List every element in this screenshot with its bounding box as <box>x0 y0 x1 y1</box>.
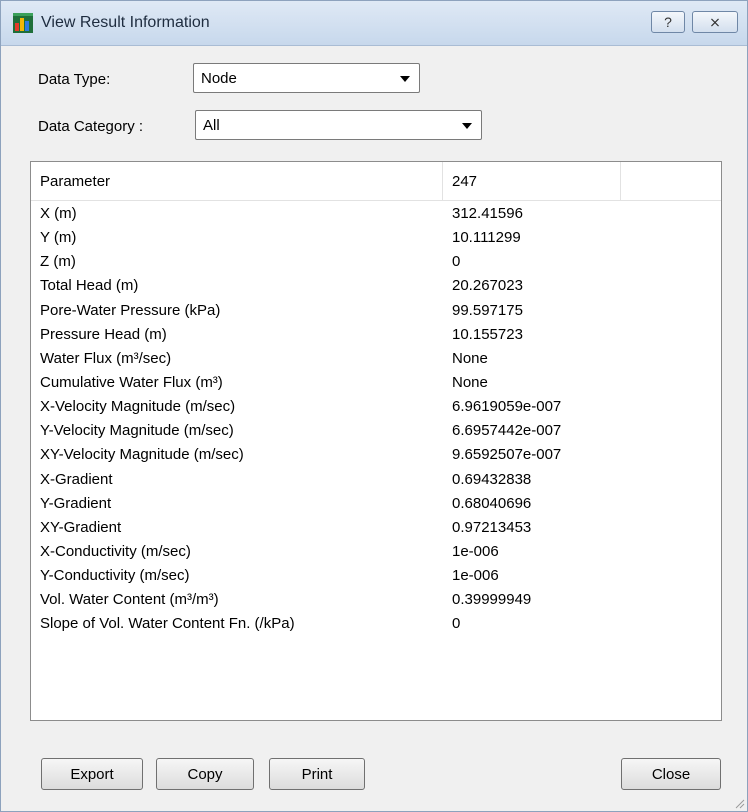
row-value: 0 <box>452 615 461 633</box>
help-icon: ? <box>664 14 672 30</box>
row-parameter: XY-Gradient <box>40 518 122 536</box>
row-value: None <box>452 373 488 391</box>
chevron-down-icon <box>400 76 410 82</box>
table-row[interactable]: Y-Velocity Magnitude (m/sec) 6.6957442e-0… <box>31 419 721 443</box>
data-category-select[interactable]: All <box>195 110 482 140</box>
row-value: 9.6592507e-007 <box>452 446 562 464</box>
row-value: 0.68040696 <box>452 494 532 512</box>
row-parameter: Vol. Water Content (m³/m³) <box>40 591 219 609</box>
table-header: Parameter 247 <box>31 162 721 201</box>
row-parameter: X-Velocity Magnitude (m/sec) <box>40 398 236 416</box>
table-row[interactable]: Slope of Vol. Water Content Fn. (/kPa) 0 <box>31 612 721 636</box>
table-row[interactable]: X-Conductivity (m/sec) 1e-006 <box>31 540 721 564</box>
data-type-label: Data Type: <box>38 71 111 88</box>
table-row[interactable]: Total Head (m) 20.267023 <box>31 274 721 298</box>
row-value: 6.6957442e-007 <box>452 422 562 440</box>
row-value: 99.597175 <box>452 301 523 319</box>
row-value: 312.41596 <box>452 205 523 222</box>
row-value: 0.97213453 <box>452 518 532 536</box>
row-value: 0 <box>452 253 461 271</box>
export-button[interactable]: Export <box>41 758 143 790</box>
copy-button[interactable]: Copy <box>156 758 254 790</box>
column-header-value[interactable]: 247 <box>443 162 621 200</box>
table-row[interactable]: Y-Conductivity (m/sec) 1e-006 <box>31 564 721 588</box>
row-parameter: Z (m) <box>40 253 76 271</box>
resize-grip-icon[interactable] <box>733 797 745 809</box>
row-parameter: Y (m) <box>40 229 77 247</box>
data-type-value: Node <box>201 70 237 87</box>
table-row[interactable]: X (m) 312.41596 <box>31 202 721 226</box>
row-value: 0.39999949 <box>452 591 532 609</box>
row-value: 0.69432838 <box>452 470 532 488</box>
chevron-down-icon <box>462 123 472 129</box>
table-row[interactable]: Pressure Head (m) 10.155723 <box>31 323 721 347</box>
row-parameter: Y-Velocity Magnitude (m/sec) <box>40 422 234 440</box>
row-parameter: Cumulative Water Flux (m³) <box>40 373 223 391</box>
data-category-value: All <box>203 117 220 134</box>
help-button[interactable]: ? <box>651 11 685 33</box>
close-icon: ⨯ <box>709 13 721 30</box>
row-parameter: Slope of Vol. Water Content Fn. (/kPa) <box>40 615 295 633</box>
row-parameter: X-Conductivity (m/sec) <box>40 542 191 560</box>
row-value: 10.155723 <box>452 325 523 343</box>
row-parameter: Y-Conductivity (m/sec) <box>40 567 190 585</box>
view-result-dialog: View Result Information ? ⨯ Data Type: N… <box>0 0 748 812</box>
result-table[interactable]: Parameter 247 X (m) 312.41596 Y (m) 10.111… <box>30 161 722 721</box>
row-parameter: X (m) <box>40 205 77 222</box>
table-row[interactable]: Z (m) 0 <box>31 250 721 274</box>
row-value: 10.111299 <box>452 229 521 247</box>
row-value: 1e-006 <box>452 567 499 585</box>
window-close-button[interactable]: ⨯ <box>692 11 738 33</box>
row-value: 1e-006 <box>452 542 499 560</box>
print-button[interactable]: Print <box>269 758 365 790</box>
row-parameter: Y-Gradient <box>40 494 112 512</box>
row-value: 6.9619059e-007 <box>452 398 562 416</box>
close-button[interactable]: Close <box>621 758 721 790</box>
row-parameter: Pressure Head (m) <box>40 325 167 343</box>
app-icon <box>13 13 33 33</box>
row-value: None <box>452 349 488 367</box>
title-bar[interactable]: View Result Information ? ⨯ <box>1 1 747 46</box>
table-row[interactable]: Water Flux (m³/sec) None <box>31 347 721 371</box>
row-parameter: XY-Velocity Magnitude (m/sec) <box>40 446 244 464</box>
table-row[interactable]: XY-Velocity Magnitude (m/sec) 9.6592507e-… <box>31 443 721 467</box>
table-row[interactable]: Pore-Water Pressure (kPa) 99.597175 <box>31 299 721 323</box>
data-type-select[interactable]: Node <box>193 63 420 93</box>
table-row[interactable]: X-Velocity Magnitude (m/sec) 6.9619059e-0… <box>31 395 721 419</box>
table-row[interactable]: X-Gradient 0.69432838 <box>31 468 721 492</box>
table-body: X (m) 312.41596 Y (m) 10.111299 Z (m) 0 Tot… <box>31 202 721 637</box>
row-value: 20.267023 <box>452 277 523 295</box>
table-row[interactable]: Vol. Water Content (m³/m³) 0.39999949 <box>31 588 721 612</box>
column-header-empty <box>621 162 721 200</box>
data-category-label: Data Category : <box>38 118 144 135</box>
column-header-parameter[interactable]: Parameter <box>31 162 443 200</box>
row-parameter: Water Flux (m³/sec) <box>40 349 172 367</box>
row-parameter: Pore-Water Pressure (kPa) <box>40 301 221 319</box>
row-parameter: X-Gradient <box>40 470 113 488</box>
table-row[interactable]: Cumulative Water Flux (m³) None <box>31 371 721 395</box>
table-row[interactable]: Y (m) 10.111299 <box>31 226 721 250</box>
table-row[interactable]: Y-Gradient 0.68040696 <box>31 492 721 516</box>
window-title: View Result Information <box>41 14 210 31</box>
table-row[interactable]: XY-Gradient 0.97213453 <box>31 516 721 540</box>
row-parameter: Total Head (m) <box>40 277 139 295</box>
